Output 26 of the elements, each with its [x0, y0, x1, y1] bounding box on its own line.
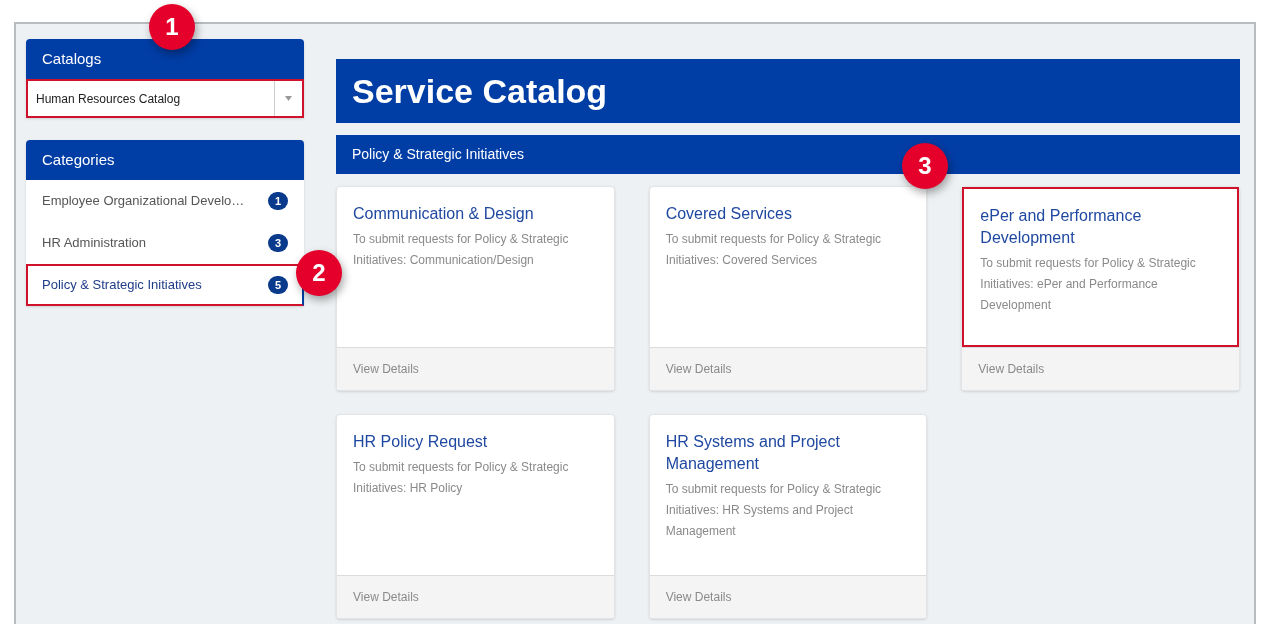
count-badge: 5 — [268, 276, 288, 294]
catalog-select[interactable]: Human Resources Catalog — [26, 79, 304, 118]
service-card[interactable]: ePer and Performance Development To submit requests for Policy & Strategic Initiatives: ePer and Performance Development View Details — [961, 186, 1240, 391]
card-title[interactable]: HR Systems and Project Management — [665, 431, 911, 475]
card-description: To submit requests for Policy & Strategic Initiatives: Communication/Design — [353, 231, 570, 269]
page-title: Service Catalog — [336, 59, 1240, 123]
card-description: To submit requests for Policy & Strategic Initiatives: Covered Services — [665, 231, 883, 269]
card-title[interactable]: HR Policy Request — [353, 431, 598, 453]
card-title[interactable]: Communication & Design — [353, 203, 598, 225]
card-title[interactable]: ePer and Performance Development — [980, 205, 1221, 249]
card-description: To submit requests for Policy & Strategic Initiatives: HR Policy — [353, 459, 570, 497]
panel-header: Categories — [26, 140, 304, 180]
card-description: To submit requests for Policy & Strategic Initiatives: HR Systems and Project Management — [665, 481, 883, 540]
card-title[interactable]: Covered Services — [665, 203, 911, 225]
dropdown-caret-icon — [285, 96, 292, 101]
service-card[interactable]: Communication & Design To submit requests for Policy & Strategic Initiatives: Communication/Design View Details — [336, 186, 615, 391]
count-badge: 1 — [268, 192, 288, 210]
step-number-badge: 1 — [149, 4, 195, 50]
service-card[interactable]: HR Policy Request To submit requests for Policy & Strategic Initiatives: HR Policy View Details — [336, 414, 615, 619]
card-description: To submit requests for Policy & Strategic Initiatives: ePer and Performance Development — [980, 255, 1197, 314]
service-card[interactable]: HR Systems and Project Management To submit requests for Policy & Strategic Initiatives: HR Systems and Project Management View Details — [648, 414, 928, 619]
count-badge: 3 — [268, 234, 288, 252]
panel-header: Catalogs — [26, 39, 304, 79]
category-item[interactable]: Policy & Strategic Initiatives 5 — [26, 264, 304, 306]
category-item[interactable]: Employee Organizational Develo… 1 — [26, 180, 304, 222]
service-card[interactable]: Covered Services To submit requests for Policy & Strategic Initiatives: Covered Services View Details — [648, 186, 928, 391]
